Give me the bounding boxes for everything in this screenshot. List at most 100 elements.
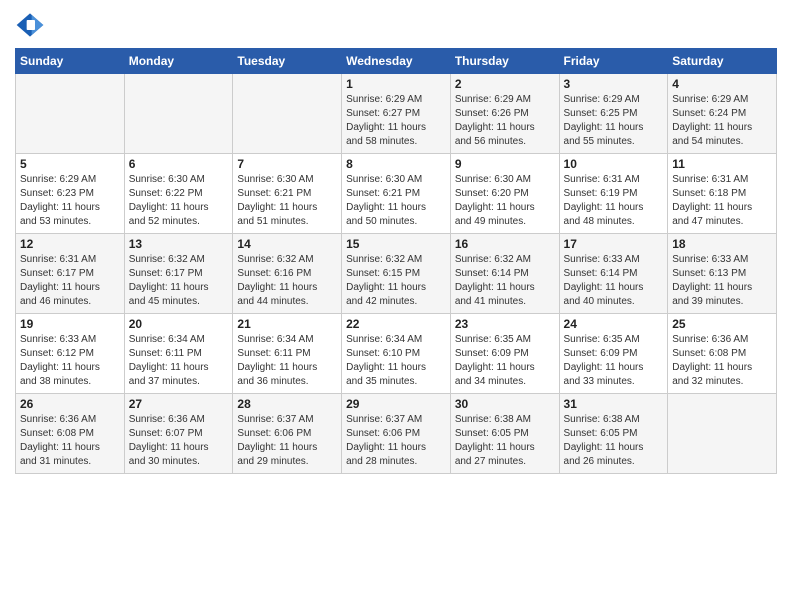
day-info: Sunrise: 6:30 AM Sunset: 6:21 PM Dayligh… (346, 173, 446, 229)
day-info: Sunrise: 6:31 AM Sunset: 6:17 PM Dayligh… (20, 253, 120, 309)
logo (15, 10, 49, 40)
day-number: 2 (455, 77, 555, 91)
day-info: Sunrise: 6:33 AM Sunset: 6:12 PM Dayligh… (20, 333, 120, 389)
day-info: Sunrise: 6:30 AM Sunset: 6:21 PM Dayligh… (237, 173, 337, 229)
weekday-sunday: Sunday (16, 49, 125, 74)
day-info: Sunrise: 6:32 AM Sunset: 6:17 PM Dayligh… (129, 253, 229, 309)
day-number: 9 (455, 157, 555, 171)
day-info: Sunrise: 6:35 AM Sunset: 6:09 PM Dayligh… (455, 333, 555, 389)
day-cell (16, 74, 125, 154)
day-number: 31 (564, 397, 664, 411)
logo-icon (15, 10, 45, 40)
day-info: Sunrise: 6:36 AM Sunset: 6:08 PM Dayligh… (20, 413, 120, 469)
day-number: 28 (237, 397, 337, 411)
day-info: Sunrise: 6:34 AM Sunset: 6:11 PM Dayligh… (237, 333, 337, 389)
day-number: 8 (346, 157, 446, 171)
week-row-0: 1Sunrise: 6:29 AM Sunset: 6:27 PM Daylig… (16, 74, 777, 154)
week-row-2: 12 Sunrise: 6:31 AM Sunset: 6:17 PM Dayli… (16, 234, 777, 314)
day-info: Sunrise: 6:30 AM Sunset: 6:22 PM Dayligh… (129, 173, 229, 229)
day-cell: 19Sunrise: 6:33 AM Sunset: 6:12 PM Dayli… (16, 314, 125, 394)
day-number: 25 (672, 317, 772, 331)
day-cell: 4Sunrise: 6:29 AM Sunset: 6:24 PM Daylig… (668, 74, 777, 154)
day-info: Sunrise: 6:31 AM Sunset: 6:18 PM Dayligh… (672, 173, 772, 229)
day-info: Sunrise: 6:29 AM Sunset: 6:26 PM Dayligh… (455, 93, 555, 149)
day-info: Sunrise: 6:32 AM Sunset: 6:15 PM Dayligh… (346, 253, 446, 309)
day-info: Sunrise: 6:33 AM Sunset: 6:13 PM Dayligh… (672, 253, 772, 309)
day-info: Sunrise: 6:32 AM Sunset: 6:14 PM Dayligh… (455, 253, 555, 309)
day-info: Sunrise: 6:38 AM Sunset: 6:05 PM Dayligh… (564, 413, 664, 469)
day-number: 5 (20, 157, 120, 171)
week-row-3: 19Sunrise: 6:33 AM Sunset: 6:12 PM Dayli… (16, 314, 777, 394)
day-number: 6 (129, 157, 229, 171)
weekday-monday: Monday (124, 49, 233, 74)
day-cell: 5 Sunrise: 6:29 AM Sunset: 6:23 PM Daylig… (16, 154, 125, 234)
day-info: Sunrise: 6:36 AM Sunset: 6:07 PM Dayligh… (129, 413, 229, 469)
day-cell: 8 Sunrise: 6:30 AM Sunset: 6:21 PM Daylig… (342, 154, 451, 234)
day-number: 7 (237, 157, 337, 171)
day-cell: 25 Sunrise: 6:36 AM Sunset: 6:08 PM Dayli… (668, 314, 777, 394)
day-info: Sunrise: 6:29 AM Sunset: 6:25 PM Dayligh… (564, 93, 664, 149)
weekday-friday: Friday (559, 49, 668, 74)
day-info: Sunrise: 6:34 AM Sunset: 6:11 PM Dayligh… (129, 333, 229, 389)
day-number: 29 (346, 397, 446, 411)
day-info: Sunrise: 6:38 AM Sunset: 6:05 PM Dayligh… (455, 413, 555, 469)
day-number: 30 (455, 397, 555, 411)
week-row-1: 5 Sunrise: 6:29 AM Sunset: 6:23 PM Daylig… (16, 154, 777, 234)
day-number: 12 (20, 237, 120, 251)
day-cell: 12 Sunrise: 6:31 AM Sunset: 6:17 PM Dayli… (16, 234, 125, 314)
day-info: Sunrise: 6:34 AM Sunset: 6:10 PM Dayligh… (346, 333, 446, 389)
day-cell (668, 394, 777, 474)
day-cell: 3 Sunrise: 6:29 AM Sunset: 6:25 PM Daylig… (559, 74, 668, 154)
day-cell: 16Sunrise: 6:32 AM Sunset: 6:14 PM Dayli… (450, 234, 559, 314)
day-cell: 20 Sunrise: 6:34 AM Sunset: 6:11 PM Dayli… (124, 314, 233, 394)
day-number: 20 (129, 317, 229, 331)
day-number: 18 (672, 237, 772, 251)
day-cell: 11 Sunrise: 6:31 AM Sunset: 6:18 PM Dayli… (668, 154, 777, 234)
day-cell: 2 Sunrise: 6:29 AM Sunset: 6:26 PM Daylig… (450, 74, 559, 154)
weekday-saturday: Saturday (668, 49, 777, 74)
day-number: 22 (346, 317, 446, 331)
day-info: Sunrise: 6:29 AM Sunset: 6:24 PM Dayligh… (672, 93, 772, 149)
day-cell: 23 Sunrise: 6:35 AM Sunset: 6:09 PM Dayli… (450, 314, 559, 394)
day-cell: 26Sunrise: 6:36 AM Sunset: 6:08 PM Dayli… (16, 394, 125, 474)
day-cell: 13 Sunrise: 6:32 AM Sunset: 6:17 PM Dayli… (124, 234, 233, 314)
day-cell: 17Sunrise: 6:33 AM Sunset: 6:14 PM Dayli… (559, 234, 668, 314)
day-cell: 14 Sunrise: 6:32 AM Sunset: 6:16 PM Dayli… (233, 234, 342, 314)
day-number: 1 (346, 77, 446, 91)
day-cell: 10 Sunrise: 6:31 AM Sunset: 6:19 PM Dayli… (559, 154, 668, 234)
page: SundayMondayTuesdayWednesdayThursdayFrid… (0, 0, 792, 612)
day-cell: 24 Sunrise: 6:35 AM Sunset: 6:09 PM Dayli… (559, 314, 668, 394)
day-cell: 1Sunrise: 6:29 AM Sunset: 6:27 PM Daylig… (342, 74, 451, 154)
day-info: Sunrise: 6:31 AM Sunset: 6:19 PM Dayligh… (564, 173, 664, 229)
weekday-thursday: Thursday (450, 49, 559, 74)
day-info: Sunrise: 6:37 AM Sunset: 6:06 PM Dayligh… (237, 413, 337, 469)
day-cell: 15 Sunrise: 6:32 AM Sunset: 6:15 PM Dayli… (342, 234, 451, 314)
day-number: 21 (237, 317, 337, 331)
day-cell: 7 Sunrise: 6:30 AM Sunset: 6:21 PM Daylig… (233, 154, 342, 234)
day-cell: 18 Sunrise: 6:33 AM Sunset: 6:13 PM Dayli… (668, 234, 777, 314)
day-info: Sunrise: 6:36 AM Sunset: 6:08 PM Dayligh… (672, 333, 772, 389)
day-cell: 29 Sunrise: 6:37 AM Sunset: 6:06 PM Dayli… (342, 394, 451, 474)
day-cell (233, 74, 342, 154)
day-info: Sunrise: 6:35 AM Sunset: 6:09 PM Dayligh… (564, 333, 664, 389)
day-cell: 27Sunrise: 6:36 AM Sunset: 6:07 PM Dayli… (124, 394, 233, 474)
day-info: Sunrise: 6:29 AM Sunset: 6:23 PM Dayligh… (20, 173, 120, 229)
day-number: 24 (564, 317, 664, 331)
day-number: 15 (346, 237, 446, 251)
day-info: Sunrise: 6:30 AM Sunset: 6:20 PM Dayligh… (455, 173, 555, 229)
day-cell: 6 Sunrise: 6:30 AM Sunset: 6:22 PM Daylig… (124, 154, 233, 234)
day-info: Sunrise: 6:37 AM Sunset: 6:06 PM Dayligh… (346, 413, 446, 469)
day-number: 13 (129, 237, 229, 251)
week-row-4: 26Sunrise: 6:36 AM Sunset: 6:08 PM Dayli… (16, 394, 777, 474)
day-number: 14 (237, 237, 337, 251)
day-number: 23 (455, 317, 555, 331)
day-number: 11 (672, 157, 772, 171)
weekday-header-row: SundayMondayTuesdayWednesdayThursdayFrid… (16, 49, 777, 74)
day-number: 3 (564, 77, 664, 91)
day-cell: 28 Sunrise: 6:37 AM Sunset: 6:06 PM Dayli… (233, 394, 342, 474)
day-cell: 31 Sunrise: 6:38 AM Sunset: 6:05 PM Dayli… (559, 394, 668, 474)
day-number: 10 (564, 157, 664, 171)
weekday-tuesday: Tuesday (233, 49, 342, 74)
weekday-wednesday: Wednesday (342, 49, 451, 74)
day-info: Sunrise: 6:32 AM Sunset: 6:16 PM Dayligh… (237, 253, 337, 309)
